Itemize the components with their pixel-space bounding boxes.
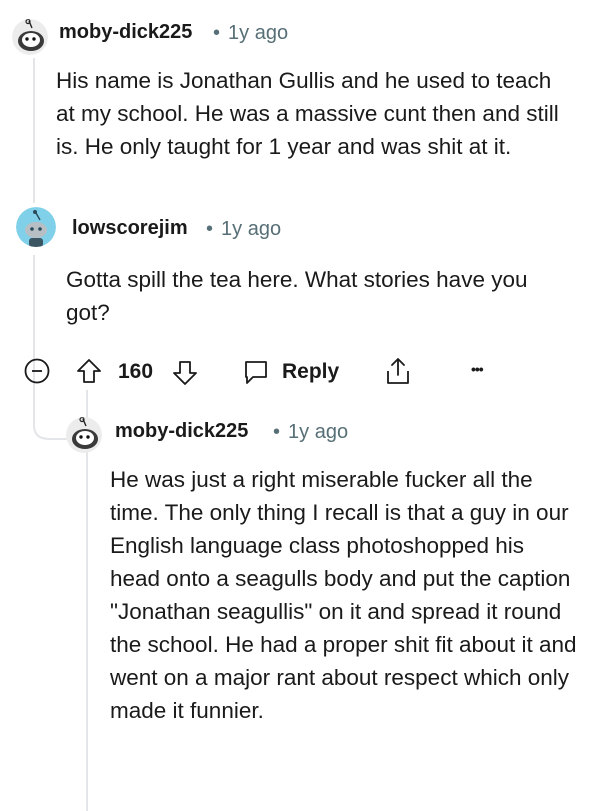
- collapse-button[interactable]: [24, 358, 50, 384]
- comment-username[interactable]: moby-dick225: [115, 420, 248, 443]
- reply-label: Reply: [282, 360, 340, 383]
- comment-body: His name is Jonathan Gullis and he used …: [56, 64, 576, 163]
- comment-username[interactable]: moby-dick225: [59, 21, 192, 44]
- timestamp-text: 1y ago: [288, 421, 349, 443]
- meta-separator: •: [273, 421, 281, 443]
- comment-body-text: His name is Jonathan Gullis and he used …: [56, 68, 559, 159]
- vote-count: 160: [118, 360, 154, 383]
- comment-body: Gotta spill the tea here. What stories h…: [66, 263, 566, 329]
- snoo-avatar-icon[interactable]: [66, 417, 102, 453]
- share-icon: [387, 358, 409, 384]
- timestamp-text: 1y ago: [221, 218, 282, 240]
- comment-timestamp: • 1y ago: [206, 218, 281, 241]
- comment-timestamp: • 1y ago: [273, 421, 348, 444]
- comment-body-text: He was just a right miserable fucker all…: [110, 467, 577, 723]
- upvote-button[interactable]: [76, 358, 102, 384]
- thread-line: [33, 255, 35, 365]
- ellipsis-icon: •••: [471, 361, 484, 377]
- comment-body-text: Gotta spill the tea here. What stories h…: [66, 267, 528, 325]
- more-options-button[interactable]: •••: [471, 361, 484, 377]
- arrow-up-icon: [77, 359, 101, 383]
- comment-username[interactable]: lowscorejim: [72, 217, 188, 240]
- comment-body: He was just a right miserable fucker all…: [110, 463, 580, 727]
- snoo-avatar-icon[interactable]: [12, 19, 48, 55]
- timestamp-text: 1y ago: [228, 22, 289, 44]
- thread-line: [86, 390, 88, 811]
- share-button[interactable]: [384, 356, 412, 386]
- arrow-down-icon: [173, 361, 197, 385]
- downvote-button[interactable]: [172, 360, 198, 386]
- reply-button[interactable]: Reply: [242, 358, 339, 386]
- comment-timestamp: • 1y ago: [213, 22, 288, 45]
- meta-separator: •: [213, 22, 221, 44]
- minus-circle-icon: [24, 358, 50, 384]
- snoo-avatar-icon[interactable]: [16, 207, 56, 247]
- thread-line: [33, 58, 35, 203]
- chat-bubble-icon: [245, 361, 267, 384]
- meta-separator: •: [206, 218, 214, 240]
